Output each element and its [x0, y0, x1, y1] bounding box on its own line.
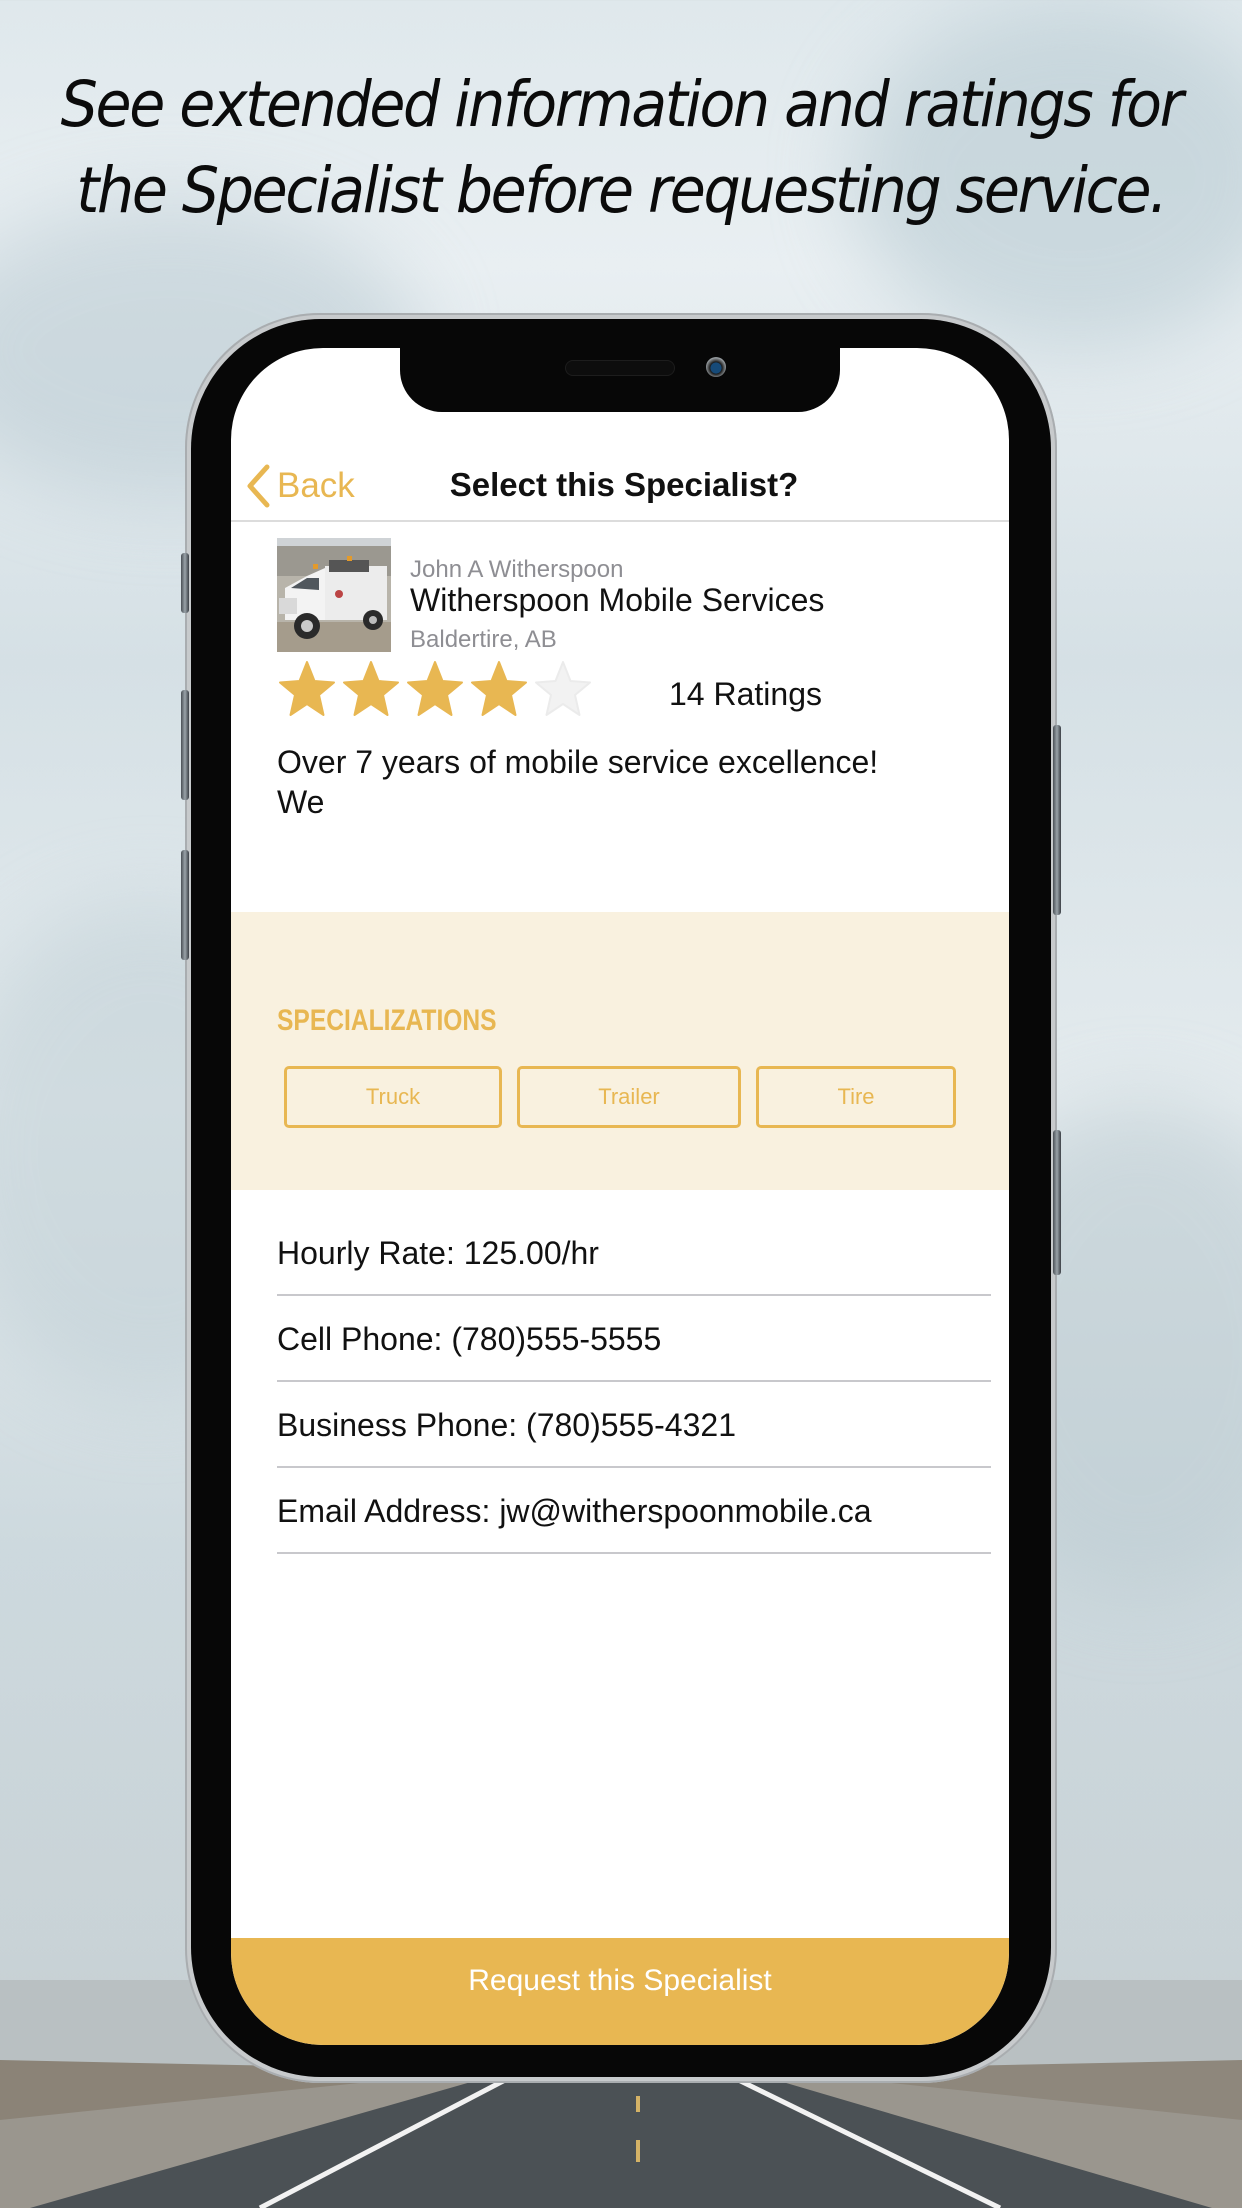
detail-row-cell-phone[interactable]: Cell Phone: (780)555-5555: [277, 1296, 991, 1382]
star-filled-icon: [343, 661, 399, 716]
side-button-lower: [1053, 1130, 1061, 1275]
request-specialist-button[interactable]: Request this Specialist: [231, 1938, 1009, 2045]
volume-up-button: [181, 690, 189, 800]
detail-value: 125.00/hr: [463, 1234, 599, 1271]
specializations-heading: SPECIALIZATIONS: [277, 1004, 497, 1037]
app-screen: Back Select this Specialist? John A With…: [231, 348, 1009, 2045]
detail-value[interactable]: (780)555-5555: [451, 1321, 661, 1358]
speaker-grille: [566, 361, 674, 375]
specializations-section: SPECIALIZATIONS Truck Trailer Tire: [231, 912, 1009, 1190]
star-rating: [277, 660, 593, 718]
star-filled-icon: [407, 661, 463, 716]
service-truck-photo: [277, 538, 391, 652]
detail-value[interactable]: jw@witherspoonmobile.ca: [499, 1493, 871, 1530]
headline-line-1: See extended information and ratings for: [60, 68, 1184, 141]
request-label: Request this Specialist: [468, 1964, 772, 1997]
specialization-chip-tire[interactable]: Tire: [756, 1066, 956, 1128]
specialization-chip-truck[interactable]: Truck: [284, 1066, 502, 1128]
volume-down-button: [181, 850, 189, 960]
detail-label: Email Address:: [277, 1492, 491, 1529]
owner-name: John A Witherspoon: [410, 556, 624, 583]
detail-row-email[interactable]: Email Address: jw@witherspoonmobile.ca: [277, 1468, 991, 1554]
detail-label: Business Phone:: [277, 1406, 518, 1443]
truck-image: [277, 538, 391, 652]
page-title: Select this Specialist?: [449, 466, 799, 503]
bio-line-2: We: [277, 784, 325, 820]
detail-label: Cell Phone:: [277, 1320, 443, 1357]
star-empty-icon: [535, 661, 591, 716]
location: Baldertire, AB: [410, 626, 557, 653]
navigation-bar: Back Select this Specialist?: [231, 448, 1009, 522]
promo-headline: See extended information and ratings for…: [43, 62, 1198, 234]
detail-value[interactable]: (780)555-4321: [526, 1407, 736, 1444]
specialist-bio: Over 7 years of mobile service excellenc…: [277, 742, 957, 822]
specialization-chip-trailer[interactable]: Trailer: [517, 1066, 741, 1128]
contact-details: Hourly Rate: 125.00/hr Cell Phone: (780)…: [277, 1190, 991, 1554]
star-filled-icon: [279, 661, 335, 716]
bio-line-1: Over 7 years of mobile service excellenc…: [277, 744, 879, 780]
business-name: Witherspoon Mobile Services: [410, 582, 825, 618]
ratings-count: 14 Ratings: [669, 676, 822, 712]
detail-row-business-phone[interactable]: Business Phone: (780)555-4321: [277, 1382, 991, 1468]
power-button: [1053, 725, 1061, 915]
detail-label: Hourly Rate:: [277, 1234, 455, 1271]
headline-line-2: the Specialist before requesting service…: [76, 154, 1167, 227]
detail-row-hourly-rate: Hourly Rate: 125.00/hr: [277, 1190, 991, 1296]
star-filled-icon: [471, 661, 527, 716]
front-camera: [706, 357, 726, 377]
phone-notch: [400, 340, 840, 412]
mute-switch: [181, 553, 189, 613]
